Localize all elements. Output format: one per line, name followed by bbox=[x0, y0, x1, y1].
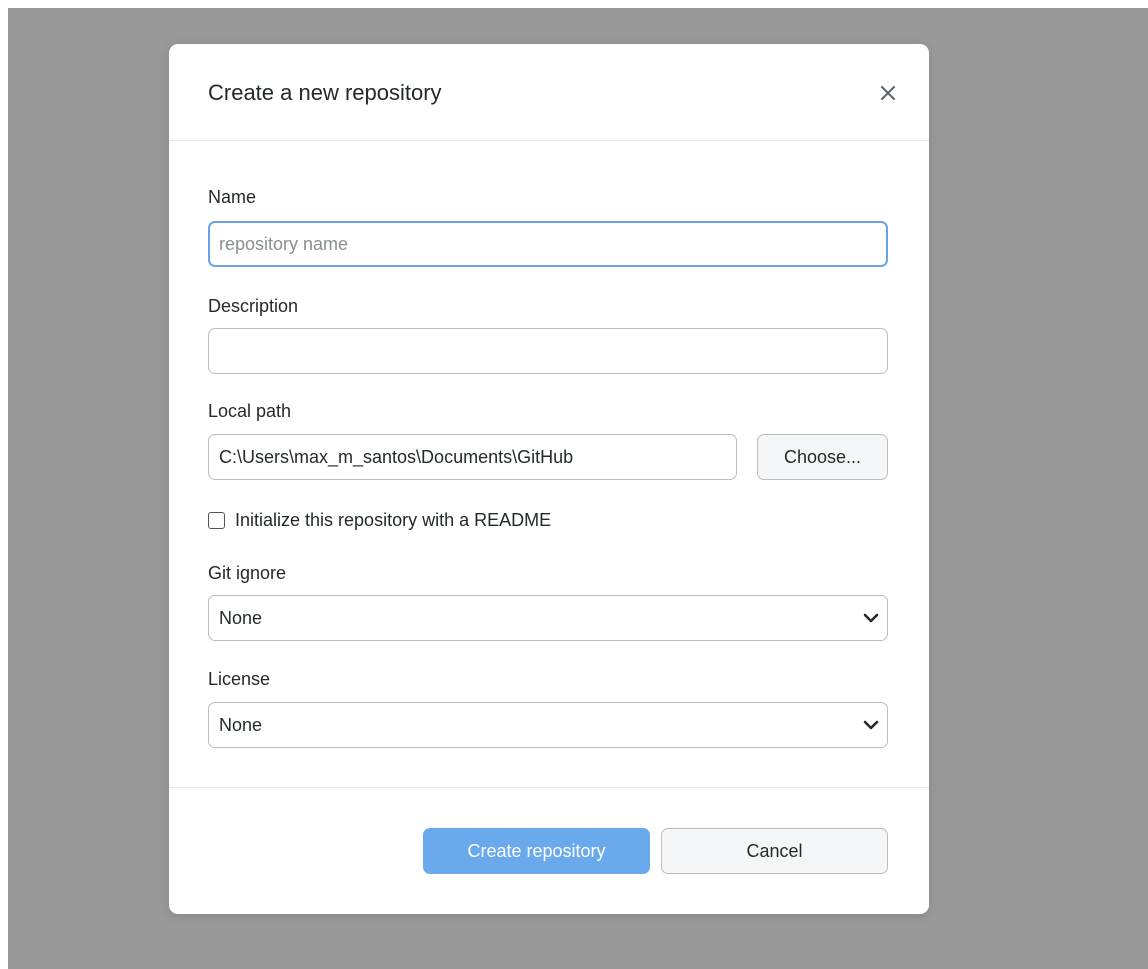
dialog-footer: Create repository Cancel bbox=[169, 787, 929, 914]
readme-checkbox-row[interactable]: Initialize this repository with a README bbox=[208, 507, 551, 533]
readme-checkbox[interactable] bbox=[208, 511, 225, 529]
license-select[interactable]: None bbox=[208, 702, 888, 748]
description-input[interactable] bbox=[208, 328, 888, 374]
license-label: License bbox=[208, 669, 271, 689]
git-ignore-select[interactable]: None bbox=[208, 595, 888, 641]
repository-name-input[interactable] bbox=[208, 221, 888, 267]
close-button[interactable] bbox=[875, 80, 901, 106]
description-label: Description bbox=[208, 296, 299, 316]
dialog-header: Create a new repository bbox=[169, 44, 929, 141]
close-icon bbox=[881, 86, 895, 100]
create-repository-button[interactable]: Create repository bbox=[423, 828, 650, 874]
license-selected-value: None bbox=[219, 715, 263, 735]
git-ignore-label: Git ignore bbox=[208, 563, 287, 583]
git-ignore-selected-value: None bbox=[219, 608, 263, 628]
chevron-down-icon bbox=[863, 613, 879, 623]
readme-checkbox-label: Initialize this repository with a README bbox=[235, 509, 552, 530]
choose-path-button[interactable]: Choose... bbox=[757, 434, 888, 480]
local-path-label: Local path bbox=[208, 401, 292, 421]
dialog-title: Create a new repository bbox=[208, 80, 442, 105]
create-repository-dialog: Create a new repository Name Description… bbox=[169, 44, 929, 914]
chevron-down-icon bbox=[863, 720, 879, 730]
cancel-button[interactable]: Cancel bbox=[661, 828, 888, 874]
local-path-input[interactable] bbox=[208, 434, 737, 480]
name-label: Name bbox=[208, 187, 257, 207]
